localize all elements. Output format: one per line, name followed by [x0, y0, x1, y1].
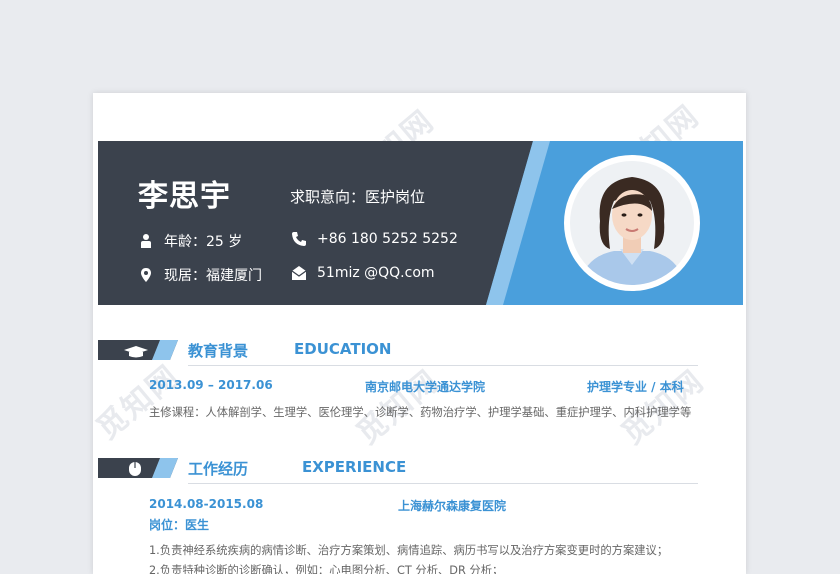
- candidate-name: 李思宇: [138, 179, 231, 214]
- job-intent: 求职意向：医护岗位: [290, 188, 426, 206]
- phone-text: +86 180 5252 5252: [317, 231, 458, 247]
- experience-duty: 2.负责特种诊断的诊断确认，例如：心电图分析、CT 分析、DR 分析；: [149, 564, 504, 574]
- education-courses: 主修课程：人体解剖学、生理学、医伦理学、诊断学、药物治疗学、护理学基础、重症护理…: [149, 406, 692, 419]
- email-text: 51miz @QQ.com: [317, 265, 435, 281]
- person-icon: [141, 234, 151, 248]
- education-title-cn: 教育背景: [188, 342, 249, 360]
- experience-heading: 工作经历 EXPERIENCE: [98, 456, 698, 484]
- mouse-icon: [129, 462, 141, 476]
- address-text: 现居：福建厦门: [164, 268, 262, 284]
- profile-photo: [570, 161, 694, 285]
- experience-position: 岗位：医生: [149, 518, 210, 532]
- education-heading: 教育背景 EDUCATION: [98, 338, 698, 366]
- experience-company: 上海赫尔森康复医院: [398, 499, 507, 513]
- experience-title-cn: 工作经历: [188, 460, 249, 478]
- education-title-en: EDUCATION: [294, 340, 392, 358]
- education-period: 2013.09 – 2017.06: [149, 378, 273, 392]
- experience-title-en: EXPERIENCE: [302, 458, 407, 476]
- experience-period: 2014.08-2015.08: [149, 497, 264, 511]
- education-school: 南京邮电大学通达学院: [365, 380, 486, 394]
- header-banner: 李思宇 求职意向：医护岗位 年龄：25 岁 现居：福建厦门 +86 180 52…: [98, 141, 743, 305]
- location-icon: [141, 268, 151, 282]
- section-tab: [98, 340, 178, 360]
- resume-page: 觅知网 觅知网 觅知网 觅知网 觅知网 李思宇 求职意向：医护岗位 年龄：25 …: [93, 93, 746, 574]
- section-tab: [98, 458, 178, 478]
- mail-icon: [291, 266, 307, 280]
- education-major: 护理学专业 / 本科: [587, 380, 684, 394]
- phone-icon: [292, 232, 306, 246]
- section-divider: [188, 365, 698, 366]
- age-text: 年龄：25 岁: [164, 234, 243, 250]
- email-info: 51miz @QQ.com: [291, 265, 435, 281]
- phone-info: +86 180 5252 5252: [291, 231, 458, 247]
- address-info: 现居：福建厦门: [138, 265, 262, 285]
- profile-photo-frame: [564, 155, 700, 291]
- experience-duty: 1.负责神经系统疾病的病情诊断、治疗方案策划、病情追踪、病历书写以及治疗方案变更…: [149, 544, 669, 557]
- age-info: 年龄：25 岁: [138, 231, 242, 251]
- section-divider: [188, 483, 698, 484]
- watermark: 觅知网: [93, 358, 187, 447]
